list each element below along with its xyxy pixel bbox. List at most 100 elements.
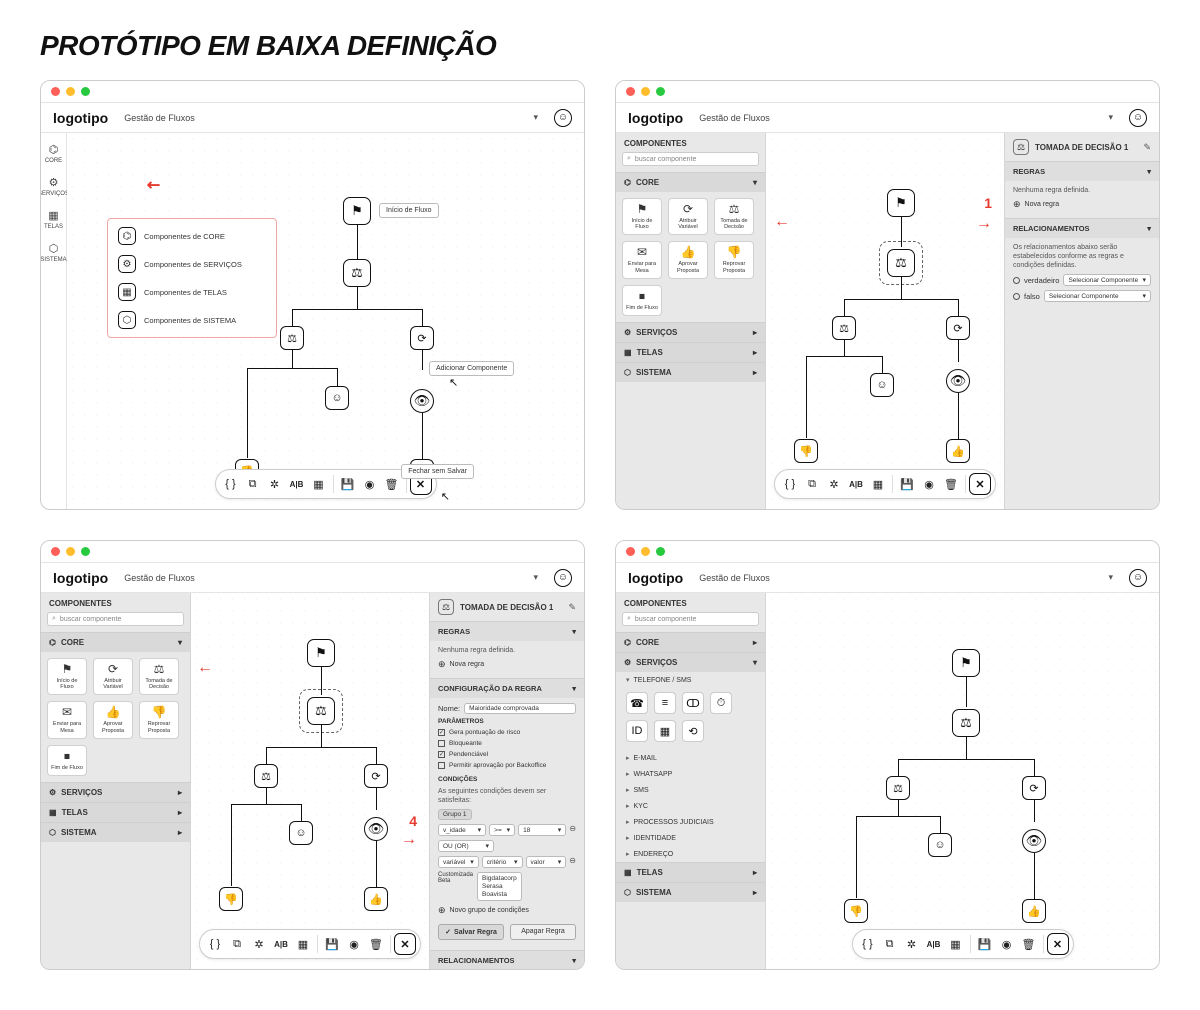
- svc-id-icon[interactable]: ID: [626, 720, 648, 742]
- or-select[interactable]: OU (OR)▾: [438, 840, 494, 852]
- traffic-max-icon[interactable]: [81, 87, 90, 96]
- section-services[interactable]: ⚙SERVIÇOS▸: [616, 322, 765, 342]
- toolbar-delete-icon[interactable]: 🗑: [381, 473, 403, 495]
- tile-start[interactable]: ⚑Início de Fluxo: [47, 658, 87, 695]
- node-branch-right[interactable]: ⟳: [364, 764, 388, 788]
- breadcrumb[interactable]: Gestão de Fluxos: [699, 113, 770, 123]
- node-start[interactable]: ⚑: [952, 649, 980, 677]
- search-input[interactable]: ⌕buscar componente: [622, 612, 759, 626]
- toolbar-braces-icon[interactable]: { }: [204, 933, 226, 955]
- sub-kyc[interactable]: KYC: [616, 798, 765, 814]
- cond-op-select[interactable]: >=▾: [489, 824, 515, 836]
- toolbar-braces-icon[interactable]: { }: [779, 473, 801, 495]
- svc-call-icon[interactable]: ↀ: [682, 692, 704, 714]
- breadcrumb[interactable]: Gestão de Fluxos: [699, 573, 770, 583]
- svc-sms-icon[interactable]: ≡: [654, 692, 676, 714]
- traffic-close-icon[interactable]: [51, 87, 60, 96]
- toolbar-gear-icon[interactable]: ✲: [264, 473, 286, 495]
- toolbar-braces-icon[interactable]: { }: [857, 933, 879, 955]
- toolbar-preview-icon[interactable]: ◉: [996, 933, 1018, 955]
- tile-end[interactable]: ⏹Fim de Fluxo: [622, 285, 662, 316]
- toolbar-close-button[interactable]: ✕: [1047, 933, 1069, 955]
- toolbar-close-button[interactable]: ✕: [394, 933, 416, 955]
- toolbar-copy-icon[interactable]: ⧉: [242, 473, 264, 495]
- tile-start[interactable]: ⚑Início de Fluxo: [622, 198, 662, 235]
- cond-val-select[interactable]: valor▾: [526, 856, 567, 868]
- toolbar-delete-icon[interactable]: 🗑: [365, 933, 387, 955]
- section-relations[interactable]: RELACIONAMENTOS▾: [430, 950, 584, 969]
- sub-judicial[interactable]: PROCESSOS JUDICIAIS: [616, 814, 765, 830]
- avatar[interactable]: ☺: [1129, 569, 1147, 587]
- node-branch-left[interactable]: ⚖: [254, 764, 278, 788]
- section-rules[interactable]: REGRAS▾: [1005, 161, 1159, 181]
- toolbar-close-button[interactable]: ✕: [969, 473, 991, 495]
- tile-variable[interactable]: ⟳Atribuir Variável: [93, 658, 133, 695]
- svc-refresh-icon[interactable]: ⟲: [682, 720, 704, 742]
- section-rules[interactable]: REGRAS▾: [430, 621, 584, 641]
- search-input[interactable]: ⌕buscar componente: [47, 612, 184, 626]
- tile-send[interactable]: ✉Enviar para Mesa: [47, 701, 87, 738]
- node-approve[interactable]: 👍: [946, 439, 970, 463]
- toolbar-grid-icon[interactable]: ▦: [867, 473, 889, 495]
- toolbar-preview-icon[interactable]: ◉: [918, 473, 940, 495]
- toolbar-save-icon[interactable]: 💾: [321, 933, 343, 955]
- save-rule-button[interactable]: ✓Salvar Regra: [438, 924, 504, 940]
- chevron-down-icon[interactable]: ▾: [1108, 112, 1113, 123]
- toolbar-gear-icon[interactable]: ✲: [248, 933, 270, 955]
- section-screens[interactable]: ▦TELAS▸: [616, 342, 765, 362]
- traffic-min-icon[interactable]: [66, 87, 75, 96]
- select-component[interactable]: Selecionar Componente▾: [1044, 290, 1151, 302]
- node-branch-right[interactable]: ⟳: [410, 326, 434, 350]
- section-services[interactable]: ⚙SERVIÇOS▾: [616, 652, 765, 672]
- param-check[interactable]: Bloqueante: [438, 740, 576, 747]
- avatar[interactable]: ☺: [554, 109, 572, 127]
- toolbar-save-icon[interactable]: 💾: [974, 933, 996, 955]
- toolbar-save-icon[interactable]: 💾: [896, 473, 918, 495]
- section-rule-config[interactable]: CONFIGURAÇÃO DA REGRA▾: [430, 678, 584, 698]
- remove-cond-icon[interactable]: ⊖: [569, 856, 576, 868]
- node-review[interactable]: 👁: [364, 817, 388, 841]
- sidebar-item-core[interactable]: ⌬CORE: [45, 143, 62, 164]
- flow-canvas[interactable]: ← 4 → ⚑ ⚖ ⚖ ⟳ ☺: [191, 593, 429, 969]
- toolbar-ab-icon[interactable]: A|B: [845, 473, 867, 495]
- cond-var-select[interactable]: variável▾: [438, 856, 479, 868]
- delete-rule-button[interactable]: Apagar Regra: [510, 924, 576, 940]
- remove-cond-icon[interactable]: ⊖: [569, 824, 576, 836]
- flow-canvas[interactable]: ← 1 → ⚑ ⚖ ⚖ ⟳ ☺: [766, 133, 1004, 509]
- sub-sms[interactable]: SMS: [616, 782, 765, 798]
- section-core[interactable]: ⌬CORE▸: [616, 632, 765, 652]
- sidebar-item-services[interactable]: ⚙SERVIÇOS: [40, 176, 69, 197]
- svc-speed-icon[interactable]: ⏱: [710, 692, 732, 714]
- radio-icon[interactable]: [1013, 277, 1020, 284]
- tile-send[interactable]: ✉Enviar para Mesa: [622, 241, 662, 278]
- select-component[interactable]: Selecionar Componente▾: [1063, 274, 1151, 286]
- section-system[interactable]: ⬡SISTEMA▸: [616, 882, 765, 902]
- tile-decision[interactable]: ⚖Tomada de Decisão: [139, 658, 179, 695]
- toolbar-gear-icon[interactable]: ✲: [901, 933, 923, 955]
- chevron-down-icon[interactable]: ▾: [533, 112, 538, 123]
- sub-phone-sms[interactable]: TELEFONE / SMS: [616, 672, 765, 688]
- node-user[interactable]: ☺: [870, 373, 894, 397]
- node-decision[interactable]: ⚖: [952, 709, 980, 737]
- toolbar-ab-icon[interactable]: A|B: [923, 933, 945, 955]
- param-check[interactable]: ✓Pendenciável: [438, 751, 576, 758]
- toolbar-ab-icon[interactable]: A|B: [286, 473, 308, 495]
- node-approve[interactable]: 👍: [1022, 899, 1046, 923]
- name-input[interactable]: Maioridade comprovada: [464, 703, 576, 714]
- chevron-down-icon[interactable]: ▾: [1108, 572, 1113, 583]
- datasource-popup[interactable]: Bigdatacorp Serasa Boavista: [477, 872, 522, 901]
- flow-canvas[interactable]: ⚑ ⚖ ⚖ ⟳ ☺ 👎 👁: [766, 593, 1159, 969]
- tile-reject[interactable]: 👎Reprovar Proposta: [139, 701, 179, 738]
- section-core[interactable]: ⌬CORE▾: [616, 172, 765, 192]
- tile-variable[interactable]: ⟳Atribuir Variável: [668, 198, 708, 235]
- avatar[interactable]: ☺: [1129, 109, 1147, 127]
- group-tag[interactable]: Grupo 1: [438, 809, 472, 820]
- tile-approve[interactable]: 👍Aprovar Proposta: [668, 241, 708, 278]
- node-user[interactable]: ☺: [289, 821, 313, 845]
- toolbar-copy-icon[interactable]: ⧉: [879, 933, 901, 955]
- node-reject[interactable]: 👎: [794, 439, 818, 463]
- tile-decision[interactable]: ⚖Tomada de Decisão: [714, 198, 754, 235]
- node-approve[interactable]: 👍: [364, 887, 388, 911]
- toolbar-copy-icon[interactable]: ⧉: [801, 473, 823, 495]
- node-start[interactable]: ⚑: [343, 197, 371, 225]
